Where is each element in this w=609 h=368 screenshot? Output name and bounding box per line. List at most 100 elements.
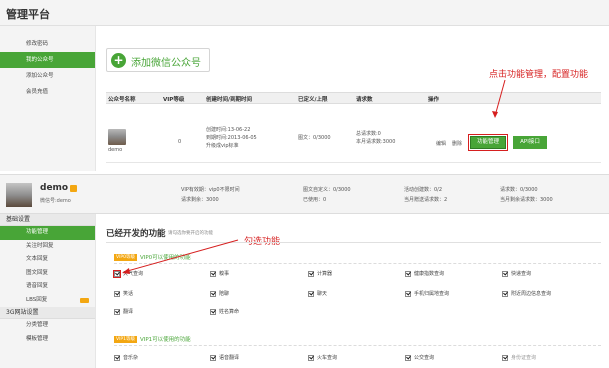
feature-label: 翻译 [123,309,134,315]
sidebar-settings: 基础设置 功能管理 关注时回复 文本回复 图文回复 语音回复 LBS回复 3G网… [0,214,96,368]
col-defined: 已定义/上限 [298,97,328,103]
feature-voice-translate[interactable]: 语音翻译 [210,354,239,361]
sidebar-item-my-accounts[interactable]: 我的公众号 [0,52,95,68]
feature-music[interactable]: 音乐杂 [114,354,138,361]
divider [114,345,601,346]
divider [106,242,601,243]
feature-chat[interactable]: 聊天 [308,290,327,297]
checkbox[interactable] [405,354,411,361]
sidebar-item-category-manage[interactable]: 分类管理 [0,319,95,333]
checkbox[interactable] [405,290,411,297]
used-count: 已使用：0 [303,197,327,203]
checkbox[interactable] [308,290,314,297]
col-actions: 操作 [428,97,440,103]
feature-label: 陪聊 [219,291,230,297]
account-vip: 0 [178,139,182,145]
upgrade-vip-link[interactable]: 升级成vip标准 [206,143,239,150]
feature-phone-location[interactable]: 手机归属地查询 [405,290,449,297]
feature-translate[interactable]: 翻译 [114,308,133,315]
features-hint: 请勾选你要开启的功能 [168,231,213,236]
checkbox[interactable] [502,354,508,361]
checkbox[interactable] [114,354,120,361]
checkbox[interactable] [210,308,216,315]
sidebar-item-follow-reply[interactable]: 关注时回复 [0,240,95,254]
feature-id-card[interactable]: 身份证查询 [502,354,536,361]
feature-health-index[interactable]: 健康指数查询 [405,270,444,277]
checkbox[interactable] [308,270,314,277]
month-requests-left: 当月剩余请求数：3000 [500,197,553,203]
feature-name-fortune[interactable]: 姓名算命 [210,308,239,315]
plus-icon: + [111,53,126,68]
checkbox[interactable] [113,269,121,278]
feature-label: 音乐杂 [123,355,139,361]
created-time: 创建时间:13-06-22 [206,127,251,133]
feature-label: 手机归属地查询 [414,291,450,297]
sidebar-item-change-password[interactable]: 修改密码 [0,36,95,52]
checkbox[interactable] [210,290,216,297]
feature-calculator[interactable]: 计算器 [308,270,332,277]
app-title: 管理平台 [6,8,50,21]
checkbox[interactable] [502,290,508,297]
checkbox[interactable] [502,270,508,277]
feature-chat-companion[interactable]: 陪聊 [210,290,229,297]
feature-jokes[interactable]: 笑话 [114,290,133,297]
defined-count: 图文：0/3000 [298,135,331,141]
vip0-tag: VIP0等级 [114,254,137,261]
feature-manage-button[interactable]: 功能管理 [468,134,508,151]
annotation-check: 勾选功能 [244,237,281,247]
feature-label: 健康指数查询 [414,271,445,277]
requests-left: 请求剩余：3000 [181,197,219,203]
sidebar-section-3g-site: 3G网站设置 [0,307,95,319]
vip1-tag: VIP1等级 [114,336,137,343]
checkbox[interactable] [210,270,216,277]
total-requests: 总请求数:0 [356,131,381,137]
table-row: demo 0 创建时间:13-06-22 到期时间:2013-06-05 升级成… [106,105,601,163]
request-count: 请求数：0/3000 [500,187,538,193]
vip-badge-icon [70,185,77,192]
sidebar-item-text-reply[interactable]: 文本回复 [0,253,95,267]
vip1-group-header: VIP1等级 VIP1可以使用的功能 [114,335,191,343]
feature-express[interactable]: 快递查询 [502,270,531,277]
col-time: 创建时间/到期时间 [206,97,253,103]
checkbox[interactable] [308,354,314,361]
new-tag-icon [80,297,89,303]
features-title: 已经开发的功能 [106,229,166,239]
feature-label: 天气查询 [123,271,144,277]
feature-weather[interactable]: 天气查询 [113,269,144,278]
sidebar-item-news-reply[interactable]: 图文回复 [0,267,95,281]
vip-expire: VIP有效期：vip0不限时间 [181,187,240,193]
checkbox[interactable] [114,308,120,315]
feature-bus[interactable]: 公交查询 [405,354,434,361]
sidebar-item-voice-reply[interactable]: 语音回复 [0,280,95,294]
feature-label: 笑话 [123,291,134,297]
expire-time: 到期时间:2013-06-05 [206,135,257,141]
feature-nearby[interactable]: 附近周边信息查询 [502,290,551,297]
col-name: 公众号名称 [108,97,136,103]
sidebar-item-add-account[interactable]: 添加公众号 [0,68,95,84]
feature-label: 火车查询 [317,355,338,361]
accounts-panel: + 添加微信公众号 点击功能管理，配置功能 公众号名称 VIP等级 创建时间/到… [96,26,609,171]
vip1-group-title: VIP1可以使用的功能 [139,337,191,343]
features-panel: 已经开发的功能 请勾选你要开启的功能 勾选功能 VIP0等级 VIP0可以使用的功… [96,214,609,368]
feature-joke[interactable]: 糗事 [210,270,229,277]
account-name: demo [40,183,69,193]
feature-label: 聊天 [317,291,328,297]
feature-train[interactable]: 火车查询 [308,354,337,361]
add-wechat-account-button[interactable]: + 添加微信公众号 [106,48,210,72]
accounts-table-header: 公众号名称 VIP等级 创建时间/到期时间 已定义/上限 请求数 操作 [106,92,601,104]
checkbox[interactable] [114,290,120,297]
sidebar-item-recharge[interactable]: 会员充值 [0,84,95,100]
api-interface-button[interactable]: API接口 [513,136,547,149]
annotation-manage: 点击功能管理，配置功能 [489,70,589,80]
sidebar-account: 修改密码 我的公众号 添加公众号 会员充值 [0,26,96,171]
checkbox[interactable] [405,270,411,277]
edit-link[interactable]: 编辑 [436,140,446,147]
checkbox[interactable] [210,354,216,361]
account-avatar-large [6,183,32,207]
sidebar-item-feature-manage[interactable]: 功能管理 [0,226,95,240]
feature-label: 公交查询 [414,355,435,361]
sidebar-item-template-manage[interactable]: 模板管理 [0,333,95,347]
delete-link[interactable]: 删除 [452,140,462,147]
account-name: demo [108,147,123,153]
sidebar-item-lbs-reply[interactable]: LBS回复 [0,294,95,308]
